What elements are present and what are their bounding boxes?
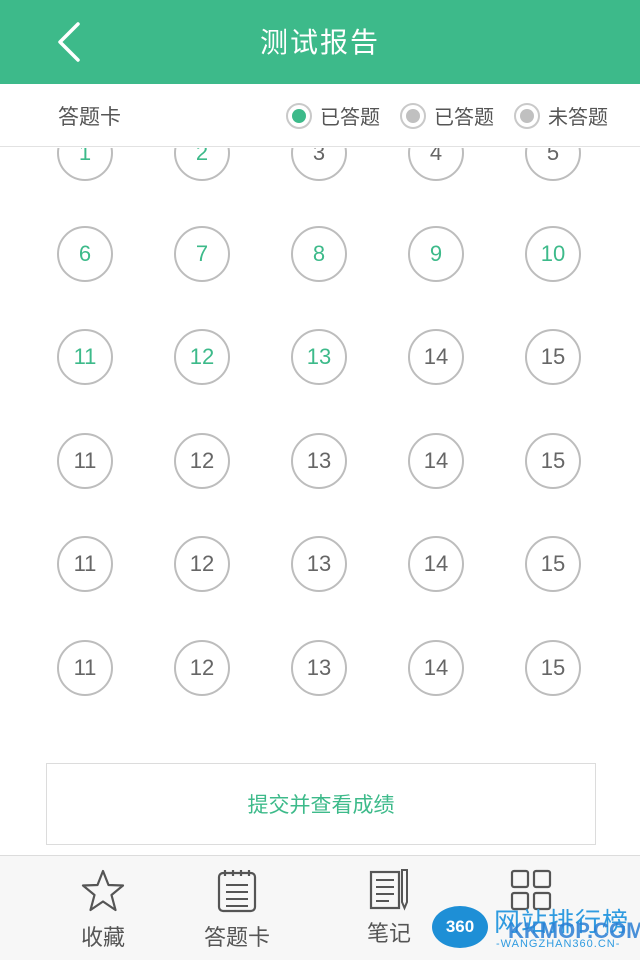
question-number-button[interactable]: 11 xyxy=(57,536,113,592)
question-number-button[interactable]: 2 xyxy=(174,148,230,181)
radio-dot-icon xyxy=(400,102,426,129)
question-number-button[interactable]: 9 xyxy=(408,226,464,282)
question-number-button[interactable]: 13 xyxy=(291,536,347,592)
question-number-button[interactable]: 11 xyxy=(57,433,113,489)
question-number-button[interactable]: 11 xyxy=(57,329,113,385)
legend-answered: 已答题 xyxy=(400,84,494,147)
radio-dot-icon xyxy=(286,102,312,129)
question-number-button[interactable]: 15 xyxy=(525,329,581,385)
question-number-button[interactable]: 14 xyxy=(408,536,464,592)
watermark: 360 网站排行榜 -WANGZHAN360.CN- KKMOP.COM xyxy=(428,900,640,960)
question-number-button[interactable]: 1 xyxy=(57,148,113,181)
question-number-button[interactable]: 10 xyxy=(525,226,581,282)
question-number-button[interactable]: 12 xyxy=(174,329,230,385)
radio-dot-icon xyxy=(514,102,540,129)
question-number-button[interactable]: 15 xyxy=(525,433,581,489)
question-number-button[interactable]: 12 xyxy=(174,640,230,696)
question-number-button[interactable]: 3 xyxy=(291,148,347,181)
star-icon xyxy=(81,869,125,912)
question-number-button[interactable]: 14 xyxy=(408,433,464,489)
question-number-button[interactable]: 12 xyxy=(174,536,230,592)
question-number-button[interactable]: 14 xyxy=(408,329,464,385)
legend-answered-correct: 已答题 xyxy=(286,84,380,147)
tab-answer-card[interactable]: 答题卡 xyxy=(182,856,292,960)
question-number-button[interactable]: 6 xyxy=(57,226,113,282)
question-number-button[interactable]: 15 xyxy=(525,640,581,696)
question-number-button[interactable]: 11 xyxy=(57,640,113,696)
question-number-button[interactable]: 13 xyxy=(291,329,347,385)
submit-and-view-score-button[interactable]: 提交并查看成绩 xyxy=(46,763,596,845)
question-number-button[interactable]: 13 xyxy=(291,433,347,489)
watermark-badge: 360 xyxy=(432,906,488,948)
tab-favorite[interactable]: 收藏 xyxy=(48,856,158,960)
question-number-button[interactable]: 13 xyxy=(291,640,347,696)
legend-unanswered: 未答题 xyxy=(514,84,608,147)
question-number-button[interactable]: 12 xyxy=(174,433,230,489)
question-number-button[interactable]: 8 xyxy=(291,226,347,282)
question-number-button[interactable]: 14 xyxy=(408,640,464,696)
watermark-overlay: KKMOP.COM xyxy=(508,918,640,943)
page-title: 测试报告 xyxy=(259,26,380,59)
answer-card-header: 答题卡 已答题 已答题 未答题 xyxy=(0,84,640,147)
question-grid: 1 2 3 4 5 6 7 8 9 10 11 12 13 14 15 11 12 13 14 15 11 12 13 14 1… xyxy=(0,148,640,748)
note-icon xyxy=(369,869,408,911)
question-number-button[interactable]: 5 xyxy=(525,148,581,181)
question-number-button[interactable]: 7 xyxy=(174,226,230,282)
question-number-button[interactable]: 15 xyxy=(525,536,581,592)
question-number-button[interactable]: 4 xyxy=(408,148,464,181)
top-nav-bar: 测试报告 xyxy=(0,0,640,84)
answer-card-icon xyxy=(217,870,257,913)
answer-card-title: 答题卡 xyxy=(58,105,121,129)
